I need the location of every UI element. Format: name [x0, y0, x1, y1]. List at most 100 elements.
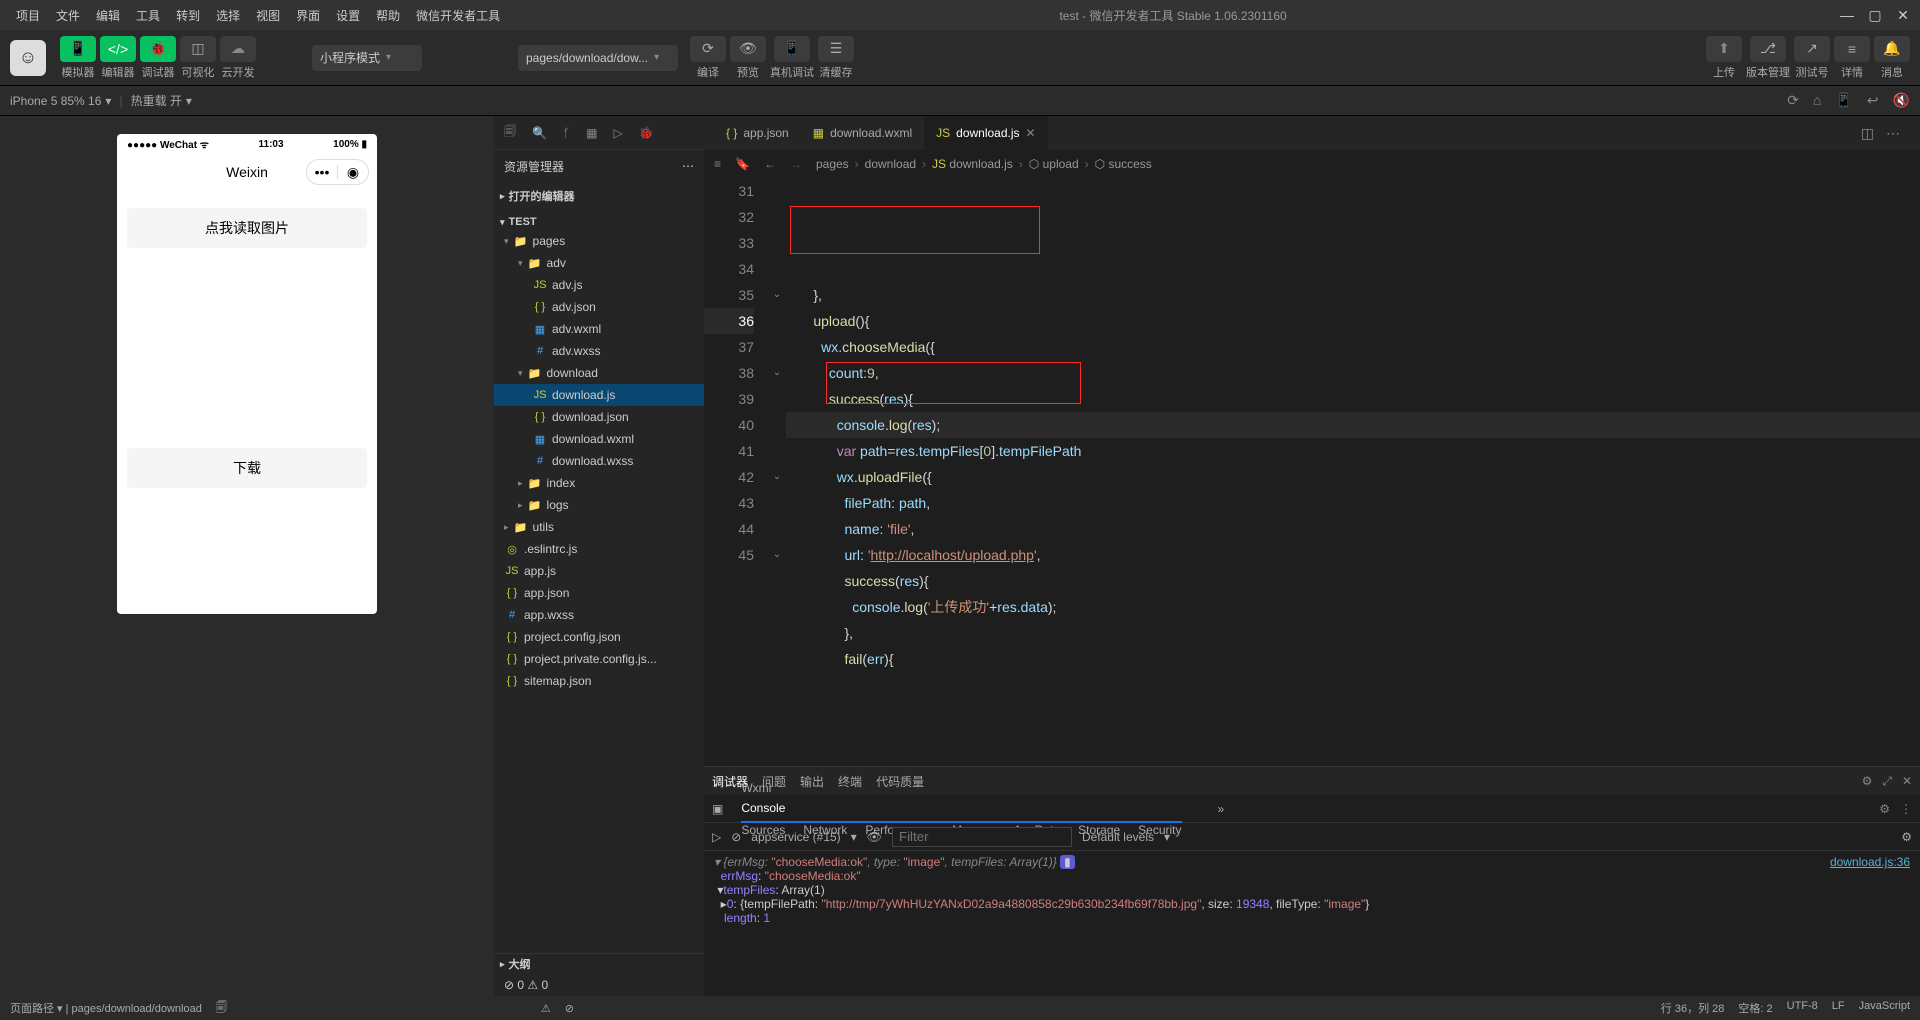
tree-project.config.json[interactable]: { }project.config.json — [494, 626, 704, 648]
code-line-31[interactable]: }, — [786, 282, 1920, 308]
minimize-icon[interactable]: — — [1838, 7, 1856, 23]
tree-adv.js[interactable]: JSadv.js — [494, 274, 704, 296]
levels-selector[interactable]: Default levels — [1082, 830, 1154, 844]
测试号-button[interactable]: ↗ — [1794, 36, 1830, 62]
home-icon[interactable]: ⌂ — [1813, 92, 1821, 109]
panel2-Wxml[interactable]: Wxml — [741, 781, 771, 795]
devtools-settings-icon[interactable]: ⚙ — [1879, 802, 1890, 816]
code-line-43[interactable]: console.log('上传成功'+res.data); — [786, 594, 1920, 620]
tree-utils[interactable]: 📁utils — [494, 516, 704, 538]
eol[interactable]: LF — [1832, 1000, 1845, 1016]
project-section[interactable]: TEST — [494, 214, 704, 230]
code-line-44[interactable]: }, — [786, 620, 1920, 646]
split-icon[interactable]: ◫ — [1861, 125, 1874, 142]
模拟器-button[interactable]: 📱 — [60, 36, 96, 62]
search-icon[interactable]: 🔍 — [532, 126, 547, 140]
tree-app.json[interactable]: { }app.json — [494, 582, 704, 604]
版本管理-button[interactable]: ⎇ — [1750, 36, 1786, 62]
menu-选择[interactable]: 选择 — [208, 7, 248, 24]
download-button[interactable]: 下载 — [127, 448, 367, 488]
tab-download.wxml[interactable]: ▦download.wxml — [801, 116, 924, 150]
tree-download.json[interactable]: { }download.json — [494, 406, 704, 428]
code-line-33[interactable]: wx.chooseMedia({ — [786, 334, 1920, 360]
nav-back-icon[interactable]: ← — [764, 157, 776, 171]
tree-adv[interactable]: 📁adv — [494, 252, 704, 274]
code-line-34[interactable]: count:9, — [786, 360, 1920, 386]
tree-download.wxss[interactable]: #download.wxss — [494, 450, 704, 472]
encoding[interactable]: UTF-8 — [1787, 1000, 1818, 1016]
debug-icon[interactable]: ▷ — [614, 126, 623, 140]
menu-微信开发者工具[interactable]: 微信开发者工具 — [408, 7, 508, 24]
tree-download[interactable]: 📁download — [494, 362, 704, 384]
language[interactable]: JavaScript — [1859, 1000, 1910, 1016]
menu-文件[interactable]: 文件 — [48, 7, 88, 24]
devtools-more-icon[interactable]: ⋮ — [1900, 802, 1912, 816]
problems-status[interactable]: ⊘ 0 ⚠ 0 — [494, 974, 704, 996]
tree-app.wxss[interactable]: #app.wxss — [494, 604, 704, 626]
tree-adv.json[interactable]: { }adv.json — [494, 296, 704, 318]
code-line-45[interactable]: fail(err){ — [786, 646, 1920, 672]
cursor-pos[interactable]: 行 36，列 28 — [1661, 1000, 1725, 1016]
refresh-icon[interactable]: ⟳ — [1787, 92, 1799, 109]
云开发-button[interactable]: ☁ — [220, 36, 256, 62]
预览-button[interactable]: 👁 — [730, 36, 766, 62]
可视化-button[interactable]: ◫ — [180, 36, 216, 62]
panel-close-icon[interactable]: ✕ — [1902, 774, 1912, 789]
capsule-menu-icon[interactable]: ••• — [307, 164, 337, 180]
code-line-32[interactable]: upload(){ — [786, 308, 1920, 334]
tree-adv.wxss[interactable]: #adv.wxss — [494, 340, 704, 362]
menu-转到[interactable]: 转到 — [168, 7, 208, 24]
tab-app.json[interactable]: { }app.json — [714, 116, 801, 150]
outline-section[interactable]: 大纲 — [494, 954, 704, 974]
breadcrumb-seg[interactable]: pages — [816, 157, 849, 171]
code-line-40[interactable]: name: 'file', — [786, 516, 1920, 542]
files-icon[interactable]: 🗐 — [504, 122, 516, 143]
menu-工具[interactable]: 工具 — [128, 7, 168, 24]
code-line-37[interactable]: var path=res.tempFiles[0].tempFilePath — [786, 438, 1920, 464]
menu-视图[interactable]: 视图 — [248, 7, 288, 24]
console-settings-icon[interactable]: ⚙ — [1901, 830, 1912, 844]
code-line-36[interactable]: console.log(res); — [786, 412, 1920, 438]
stop-icon[interactable]: ⊘ — [565, 1002, 574, 1015]
eye-icon[interactable]: 👁 — [867, 830, 882, 844]
tree-sitemap.json[interactable]: { }sitemap.json — [494, 670, 704, 692]
tree-.eslintrc.js[interactable]: ◎.eslintrc.js — [494, 538, 704, 560]
清缓存-button[interactable]: ☰ — [818, 36, 854, 62]
branch-icon[interactable]: ᚶ — [563, 126, 570, 140]
tree-pages[interactable]: 📁pages — [494, 230, 704, 252]
menu-设置[interactable]: 设置 — [328, 7, 368, 24]
page-dropdown[interactable]: pages/download/dow... — [518, 45, 678, 71]
inspect-icon[interactable]: ▣ — [712, 802, 723, 816]
编译-button[interactable]: ⟳ — [690, 36, 726, 62]
code-line-39[interactable]: filePath: path, — [786, 490, 1920, 516]
close-tab-icon[interactable]: ✕ — [1026, 126, 1036, 140]
tree-download.js[interactable]: JSdownload.js — [494, 384, 704, 406]
code-line-42[interactable]: success(res){ — [786, 568, 1920, 594]
tab-download.js[interactable]: JSdownload.js✕ — [924, 116, 1047, 150]
消息-button[interactable]: 🔔 — [1874, 36, 1910, 62]
tree-project.private.config.js...[interactable]: { }project.private.config.js... — [494, 648, 704, 670]
nav-fwd-icon[interactable]: → — [790, 157, 802, 171]
bookmark-icon[interactable]: 🔖 — [735, 157, 750, 171]
more-icon[interactable]: ⋯ — [1886, 125, 1900, 142]
panel2-Console[interactable]: Console — [741, 795, 1181, 823]
breadcrumb-seg[interactable]: download — [865, 157, 916, 171]
tree-download.wxml[interactable]: ▦download.wxml — [494, 428, 704, 450]
tree-app.js[interactable]: JSapp.js — [494, 560, 704, 582]
编辑器-button[interactable]: </> — [100, 36, 136, 62]
menu-项目[interactable]: 项目 — [8, 7, 48, 24]
console-output[interactable]: download.js:36 ▾ {errMsg: "chooseMedia:o… — [704, 851, 1920, 996]
code-line-38[interactable]: wx.uploadFile({ — [786, 464, 1920, 490]
breadcrumb-seg[interactable]: JS download.js — [932, 157, 1013, 171]
breadcrumb-seg[interactable]: ⬡ success — [1095, 157, 1152, 171]
mode-dropdown[interactable]: 小程序模式 — [312, 45, 422, 71]
maximize-icon[interactable]: ▢ — [1866, 7, 1884, 24]
bug-icon[interactable]: 🐞 — [639, 126, 654, 140]
console-play-icon[interactable]: ▷ — [712, 830, 721, 844]
ext-icon[interactable]: ▦ — [586, 126, 597, 140]
mute-icon[interactable]: 🔇 — [1893, 92, 1910, 109]
warn-icon[interactable]: ⚠ — [541, 1002, 551, 1015]
tree-index[interactable]: 📁index — [494, 472, 704, 494]
详情-button[interactable]: ≡ — [1834, 36, 1870, 62]
breadcrumb-seg[interactable]: ⬡ upload — [1029, 157, 1079, 171]
